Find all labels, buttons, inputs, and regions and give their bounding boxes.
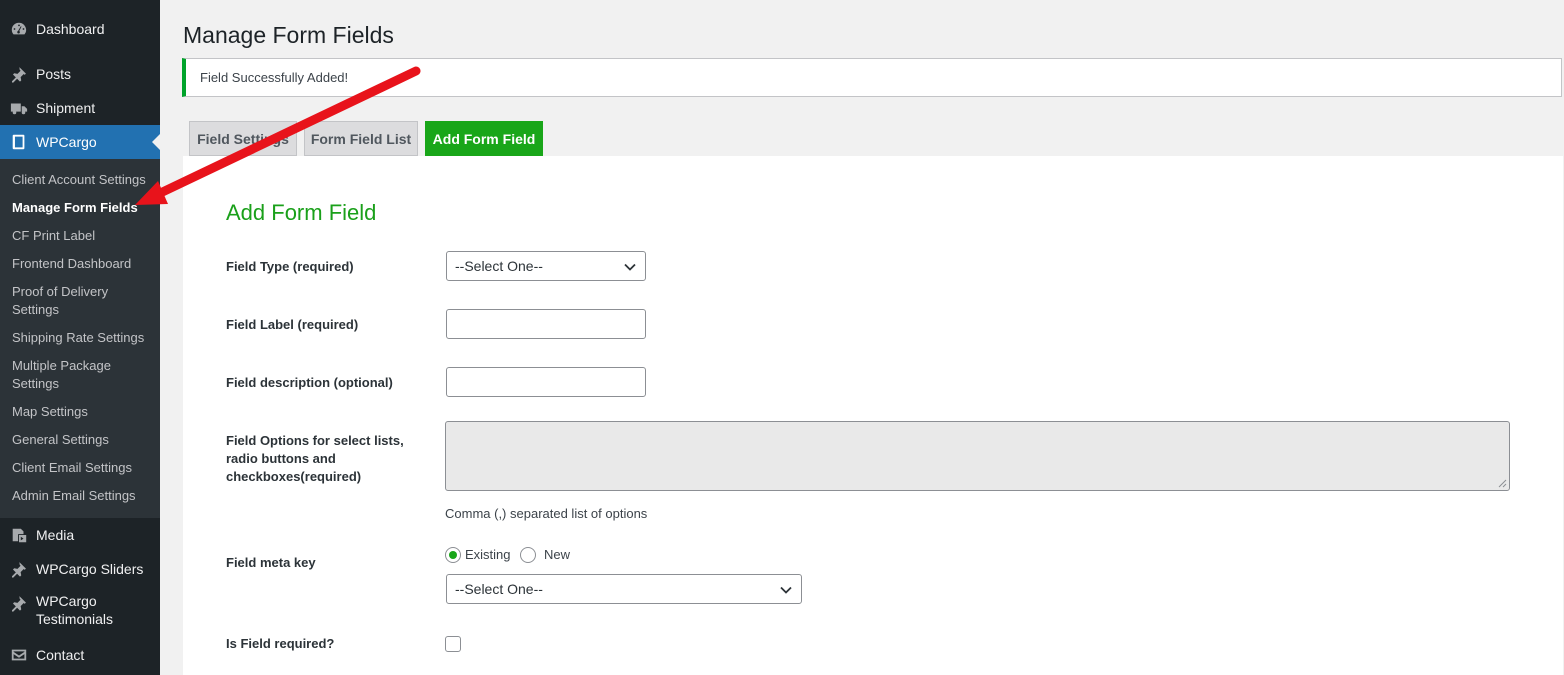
meta-key-new-radio[interactable] [520,547,536,563]
envelope-icon [0,646,36,664]
field-label-input[interactable] [446,309,646,339]
submenu-multiple-package-settings[interactable]: Multiple Package Settings [12,357,122,393]
meta-key-select-value: --Select One-- [455,581,543,597]
field-type-select[interactable]: --Select One-- [446,251,646,281]
menu-contact[interactable]: Contact [0,640,160,670]
menu-wpcargo-testimonials-label: WPCargo Testimonials [36,593,114,627]
field-label-label: Field Label (required) [226,317,359,332]
required-checkbox[interactable] [445,636,461,652]
chevron-down-icon [624,263,636,271]
menu-wpcargo-sliders[interactable]: WPCargo Sliders [0,554,160,584]
submenu-proof-of-delivery-settings[interactable]: Proof of Delivery Settings [12,283,122,319]
form-panel [183,156,1563,675]
submenu-admin-email-settings[interactable]: Admin Email Settings [12,487,152,505]
submenu-client-account-settings[interactable]: Client Account Settings [12,171,152,189]
menu-shipment-label: Shipment [36,100,96,116]
dashboard-icon [0,20,36,38]
menu-contact-label: Contact [36,647,85,663]
field-type-select-value: --Select One-- [455,258,543,274]
menu-posts[interactable]: Posts [0,59,160,89]
tab-add-form-field[interactable]: Add Form Field [425,121,543,156]
menu-dashboard[interactable]: Dashboard [0,14,160,44]
menu-dashboard-label: Dashboard [36,21,105,37]
meta-key-label: Field meta key [226,555,316,570]
meta-key-existing-radio[interactable] [445,547,461,563]
truck-icon [0,99,36,117]
menu-shipment[interactable]: Shipment [0,93,160,123]
meta-key-existing-label: Existing [465,547,511,562]
field-options-textarea[interactable] [445,421,1510,491]
pushpin-icon [0,592,36,612]
tab-field-settings[interactable]: Field Settings [189,121,297,156]
field-options-label: Field Options for select lists, radio bu… [226,433,404,484]
required-label: Is Field required? [226,636,335,651]
submenu-shipping-rate-settings[interactable]: Shipping Rate Settings [12,329,152,347]
tab-form-field-list[interactable]: Form Field List [304,121,418,156]
form-title: Add Form Field [226,200,377,225]
field-options-hint: Comma (,) separated list of options [445,506,648,521]
success-notice: Field Successfully Added! [182,58,1562,97]
menu-wpcargo-testimonials[interactable]: WPCargo Testimonials [0,592,160,632]
pushpin-icon [0,65,36,83]
menu-wpcargo-sliders-label: WPCargo Sliders [36,561,144,577]
submenu-cf-print-label[interactable]: CF Print Label [12,227,152,245]
media-icon [0,526,36,544]
menu-posts-label: Posts [36,66,72,82]
pushpin-icon [0,560,36,578]
submenu-frontend-dashboard[interactable]: Frontend Dashboard [12,255,152,273]
field-type-label: Field Type (required) [226,259,354,274]
menu-wpcargo-label: WPCargo [36,134,97,150]
meta-key-select[interactable]: --Select One-- [446,574,802,604]
submenu-client-email-settings[interactable]: Client Email Settings [12,459,152,477]
submenu-map-settings[interactable]: Map Settings [12,403,152,421]
submenu-manage-form-fields[interactable]: Manage Form Fields [12,199,152,217]
admin-sidebar: Dashboard Posts Shipment WPCargo Client … [0,0,160,675]
page-title: Manage Form Fields [183,22,394,48]
current-menu-arrow [152,134,160,150]
success-notice-text: Field Successfully Added! [200,70,349,85]
chevron-down-icon [780,586,792,594]
book-icon [0,133,36,151]
menu-media[interactable]: Media [0,520,160,550]
meta-key-new-label: New [544,547,571,562]
resize-grip-icon[interactable] [1498,479,1507,488]
menu-media-label: Media [36,527,75,543]
field-description-label: Field description (optional) [226,375,393,390]
field-description-input[interactable] [446,367,646,397]
submenu-general-settings[interactable]: General Settings [12,431,152,449]
menu-wpcargo[interactable]: WPCargo [0,125,160,159]
